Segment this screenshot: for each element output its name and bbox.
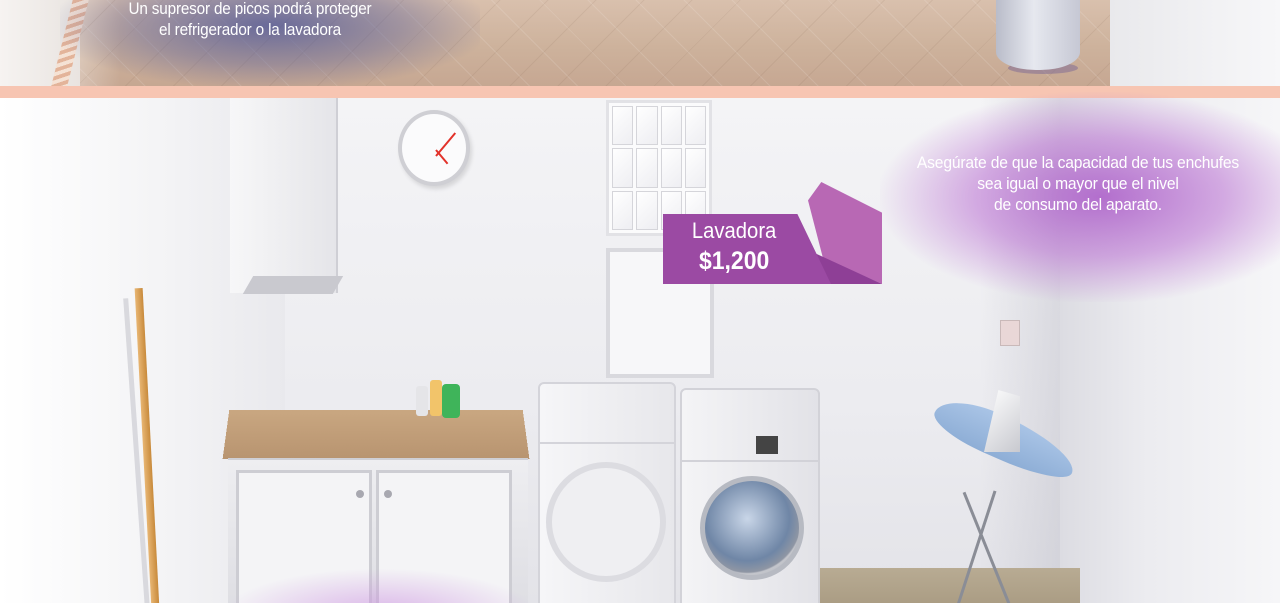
surge-protector-caption: Un supresor de picos podrá proteger el r… <box>97 0 403 40</box>
glass-block <box>636 148 658 188</box>
right-wall <box>1110 0 1280 86</box>
dryer-control-panel <box>540 414 674 444</box>
glass-block <box>660 106 682 146</box>
glass-block <box>684 148 706 188</box>
outlet-icon <box>1000 320 1020 346</box>
upper-cabinet <box>230 98 338 293</box>
detergent-bottles <box>416 380 466 420</box>
dryer-door <box>546 462 666 582</box>
caption-line: Un supresor de picos podrá proteger <box>128 0 372 18</box>
caption-line: el refrigerador o la lavadora <box>159 20 341 39</box>
tip-line: sea igual o mayor que el nivel <box>977 174 1179 193</box>
bottle <box>442 384 460 418</box>
glass-block <box>660 148 682 188</box>
bottle <box>416 386 428 416</box>
top-scene: Un supresor de picos podrá proteger el r… <box>0 0 1280 86</box>
highlight-glow <box>220 568 540 603</box>
glass-block <box>612 148 634 188</box>
washer-door <box>700 476 804 580</box>
washer-display <box>756 436 778 454</box>
dryer-icon <box>538 382 676 603</box>
cabinet-knob <box>384 490 392 498</box>
clock-hand <box>435 149 449 165</box>
cabinet-knob <box>356 490 364 498</box>
glass-block <box>612 106 634 146</box>
bottle <box>430 380 442 416</box>
appliance-price: $1,200 <box>698 247 770 275</box>
washing-machine-icon[interactable] <box>680 388 820 603</box>
pedestal-base <box>996 0 1080 70</box>
tip-line: Asegúrate de que la capacidad de tus enc… <box>916 153 1240 172</box>
clock-icon <box>398 110 470 186</box>
glass-block <box>636 106 658 146</box>
outlet-capacity-tip: Asegúrate de que la capacidad de tus enc… <box>907 152 1249 215</box>
glass-block <box>636 190 658 230</box>
glass-block <box>612 190 634 230</box>
wooden-countertop <box>222 410 530 459</box>
upper-cabinet-edge <box>242 276 344 294</box>
washer-control-panel <box>682 428 818 462</box>
glass-block <box>684 106 706 146</box>
floor <box>780 568 1080 603</box>
tip-line: de consumo del aparato. <box>994 195 1162 214</box>
